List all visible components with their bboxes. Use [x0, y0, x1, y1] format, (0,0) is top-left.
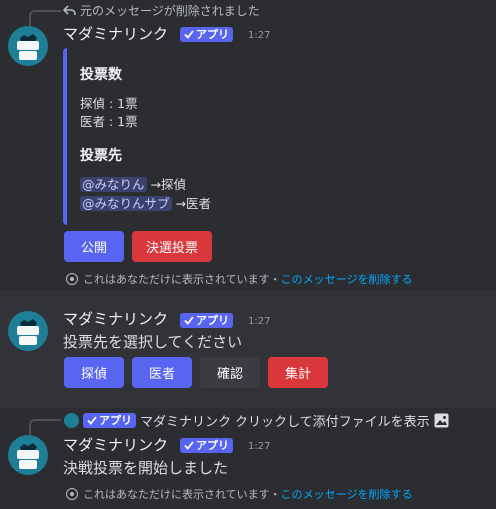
ephemeral-notice: これはあなただけに表示されています・ このメッセージを削除する	[66, 486, 412, 502]
user-mention[interactable]: @みなりんサブ	[80, 196, 172, 211]
avatar[interactable]	[8, 311, 48, 351]
reply-preview[interactable]: アプリ マダミナリンク クリックして添付ファイルを表示	[64, 411, 449, 430]
embed-field-line: 探偵 : 1票	[80, 96, 138, 111]
tally-button[interactable]: 集計	[268, 357, 328, 388]
app-badge: アプリ	[180, 313, 233, 328]
detective-button[interactable]: 探偵	[64, 357, 124, 388]
reply-connector	[29, 419, 61, 435]
checkmark-icon	[87, 416, 97, 425]
runoff-vote-button[interactable]: 決選投票	[132, 231, 212, 262]
embed-field-title: 投票先	[80, 148, 122, 164]
avatar[interactable]	[8, 435, 48, 475]
reply-text: クリックして添付ファイルを表示	[235, 415, 430, 430]
dismiss-message-link[interactable]: このメッセージを削除する	[281, 486, 413, 502]
checkmark-icon	[184, 441, 194, 450]
author-name[interactable]: マダミナリンク	[63, 23, 168, 44]
image-icon	[434, 413, 449, 428]
embed-field-title: 投票数	[80, 67, 122, 83]
vote-embed: 投票数 探偵 : 1票 医者 : 1票 投票先 @みなりん →探偵 @みなりんサ…	[63, 48, 243, 225]
confirm-button[interactable]: 確認	[200, 357, 260, 388]
eye-icon	[66, 488, 78, 500]
timestamp: 1:27	[248, 30, 271, 41]
reply-arrow-icon	[63, 4, 76, 15]
author-name[interactable]: マダミナリンク	[63, 308, 168, 329]
author-name[interactable]: マダミナリンク	[63, 434, 168, 455]
timestamp: 1:27	[248, 316, 271, 327]
reply-preview[interactable]: 元のメッセージが削除されました	[63, 2, 260, 19]
reply-text: 元のメッセージが削除されました	[80, 4, 260, 18]
dismiss-message-link[interactable]: このメッセージを削除する	[281, 271, 413, 287]
app-badge: アプリ	[180, 438, 233, 453]
user-mention[interactable]: @みなりん	[80, 177, 147, 192]
reply-avatar	[64, 413, 79, 428]
publish-button[interactable]: 公開	[64, 231, 124, 262]
checkmark-icon	[184, 30, 194, 39]
reply-author: マダミナリンク	[140, 415, 232, 430]
timestamp: 1:27	[248, 441, 271, 452]
vote-line: @みなりんサブ →医者	[80, 196, 211, 211]
vote-line: @みなりん →探偵	[80, 177, 186, 192]
eye-icon	[66, 273, 78, 285]
message-text: 投票先を選択してください	[63, 333, 243, 351]
app-badge: アプリ	[180, 27, 233, 42]
avatar[interactable]	[8, 26, 48, 66]
message-text: 決戦投票を開始しました	[63, 459, 229, 477]
checkmark-icon	[184, 316, 194, 325]
ephemeral-notice: これはあなただけに表示されています・ このメッセージを削除する	[66, 271, 412, 287]
app-badge: アプリ	[83, 413, 136, 428]
reply-connector	[29, 10, 61, 26]
embed-field-line: 医者 : 1票	[80, 114, 138, 129]
doctor-button[interactable]: 医者	[132, 357, 192, 388]
